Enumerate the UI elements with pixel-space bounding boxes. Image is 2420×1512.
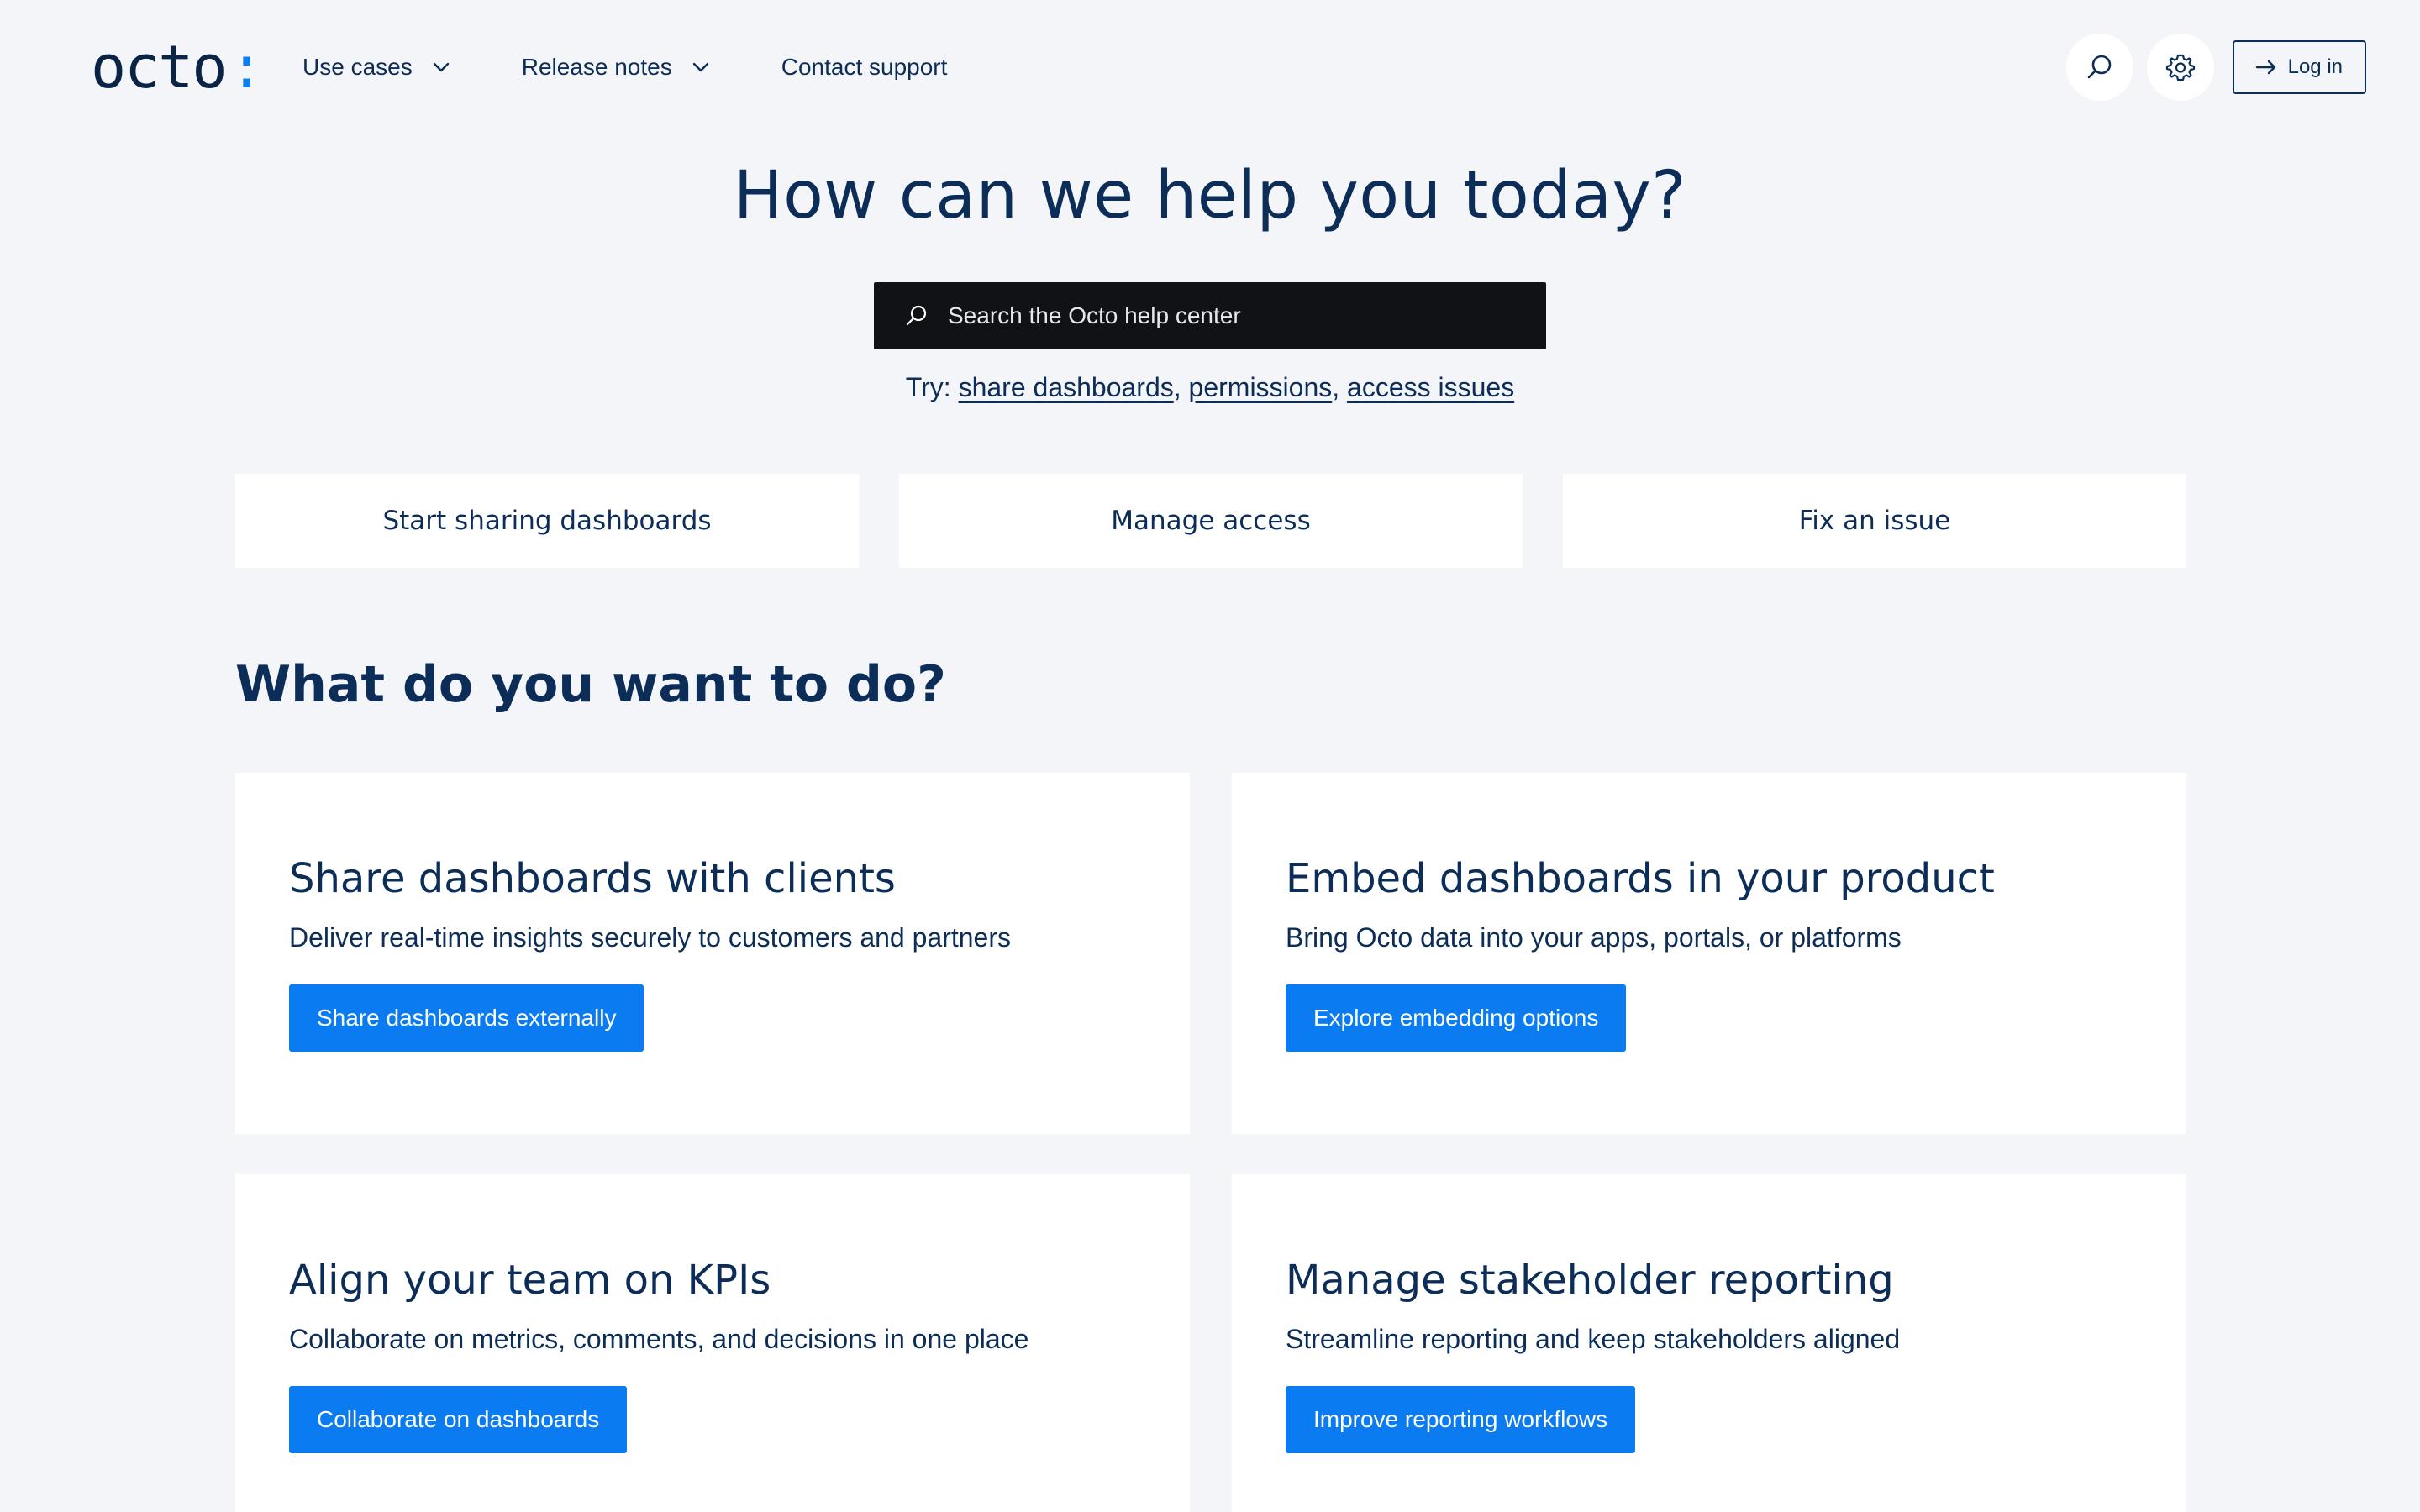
nav-contact-support-label: Contact support bbox=[781, 54, 948, 80]
nav-release-notes-label: Release notes bbox=[521, 54, 672, 80]
nav-use-cases-label: Use cases bbox=[302, 54, 413, 80]
card-description: Collaborate on metrics, comments, and de… bbox=[289, 1324, 1029, 1354]
quick-link-fix-issue[interactable]: Fix an issue bbox=[1563, 474, 2186, 568]
improve-reporting-button[interactable]: Improve reporting workflows bbox=[1286, 1386, 1636, 1453]
suggestion-link[interactable]: permissions bbox=[1189, 372, 1333, 402]
suggestion-link[interactable]: access issues bbox=[1347, 372, 1514, 402]
card-title: Share dashboards with clients bbox=[289, 855, 896, 902]
collaborate-on-dashboards-button[interactable]: Collaborate on dashboards bbox=[289, 1386, 628, 1453]
nav-use-cases[interactable]: Use cases bbox=[302, 42, 453, 92]
gear-icon bbox=[2165, 52, 2196, 82]
login-label: Log in bbox=[2287, 55, 2343, 78]
suggestion-separator: , bbox=[1173, 372, 1181, 402]
nav-contact-support[interactable]: Contact support bbox=[781, 42, 948, 92]
card-title: Manage stakeholder reporting bbox=[1286, 1257, 1894, 1304]
task-cards: Share dashboards with clients Deliver re… bbox=[235, 773, 2186, 1512]
site-header: octo: Use cases Release notes Contact su… bbox=[0, 0, 2420, 134]
card-description: Streamline reporting and keep stakeholde… bbox=[1286, 1324, 1901, 1354]
quick-links: Start sharing dashboards Manage access F… bbox=[235, 474, 2186, 568]
task-card: Share dashboards with clients Deliver re… bbox=[235, 773, 1190, 1134]
logo-colon: : bbox=[229, 33, 265, 102]
search-input[interactable] bbox=[948, 282, 1546, 349]
help-center-page: octo: Use cases Release notes Contact su… bbox=[0, 0, 2420, 1512]
nav-release-notes[interactable]: Release notes bbox=[522, 42, 713, 92]
try-prefix: Try: bbox=[905, 372, 951, 402]
search-suggestions: Try: share dashboards, permissions, acce… bbox=[0, 372, 2420, 403]
card-description: Bring Octo data into your apps, portals,… bbox=[1286, 922, 1902, 953]
search-icon bbox=[904, 303, 929, 328]
task-card: Align your team on KPIs Collaborate on m… bbox=[235, 1174, 1190, 1512]
header-actions: Log in bbox=[2065, 34, 2366, 101]
chevron-down-icon bbox=[431, 56, 453, 78]
task-card: Embed dashboards in your product Bring O… bbox=[1232, 773, 2186, 1134]
chevron-down-icon bbox=[691, 56, 713, 78]
octo-logo[interactable]: octo: bbox=[91, 25, 265, 109]
task-card: Manage stakeholder reporting Streamline … bbox=[1232, 1174, 2186, 1512]
explore-embedding-button[interactable]: Explore embedding options bbox=[1286, 984, 1627, 1052]
page-title: How can we help you today? bbox=[733, 158, 1687, 234]
search-button[interactable] bbox=[2065, 34, 2133, 101]
card-title: Embed dashboards in your product bbox=[1286, 855, 1995, 902]
suggestion-separator: , bbox=[1332, 372, 1340, 402]
main-nav: Use cases Release notes Contact support bbox=[302, 42, 947, 92]
section-title: What do you want to do? bbox=[235, 655, 946, 714]
suggestion-link[interactable]: share dashboards bbox=[959, 372, 1174, 402]
login-button[interactable]: Log in bbox=[2232, 40, 2366, 94]
arrow-right-icon bbox=[2254, 57, 2278, 77]
quick-link-start-sharing[interactable]: Start sharing dashboards bbox=[235, 474, 859, 568]
settings-button[interactable] bbox=[2146, 34, 2214, 101]
logo-wordmark: octo bbox=[91, 33, 228, 102]
share-dashboards-externally-button[interactable]: Share dashboards externally bbox=[289, 984, 644, 1052]
help-search-bar[interactable] bbox=[874, 282, 1546, 349]
card-title: Align your team on KPIs bbox=[289, 1257, 771, 1304]
card-description: Deliver real-time insights securely to c… bbox=[289, 922, 1011, 953]
search-icon bbox=[2085, 52, 2115, 82]
quick-link-manage-access[interactable]: Manage access bbox=[899, 474, 1523, 568]
